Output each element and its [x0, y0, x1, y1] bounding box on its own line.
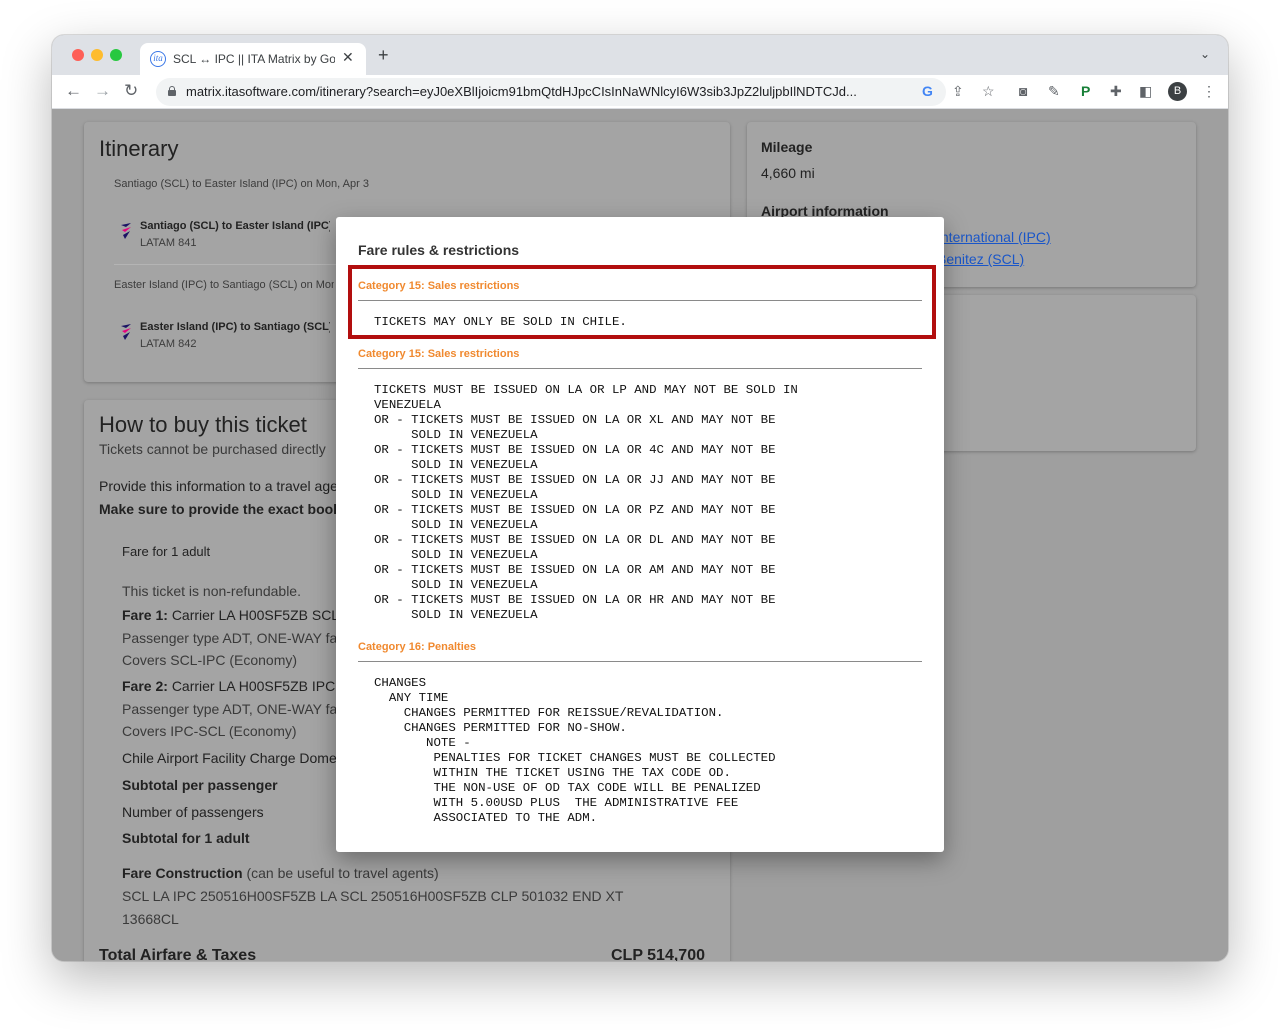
- rule-text: TICKETS MUST BE ISSUED ON LA OR LP AND M…: [374, 383, 798, 622]
- fare-2-covers: Covers IPC-SCL (Economy): [122, 723, 297, 739]
- fare-1-text: Carrier LA H00SF5ZB SCL: [171, 607, 340, 623]
- p-extension-icon[interactable]: P: [1081, 83, 1090, 99]
- latam-logo-icon: [120, 222, 132, 240]
- chevron-down-icon[interactable]: ⌄: [1200, 47, 1210, 61]
- star-icon[interactable]: ☆: [982, 83, 995, 99]
- share-icon[interactable]: ⇪: [952, 83, 964, 99]
- nonrefundable-text: This ticket is non-refundable.: [122, 583, 301, 599]
- category-title: Category 15: Sales restrictions: [358, 348, 520, 360]
- fare-for-label: Fare for 1 adult: [122, 544, 211, 559]
- rule-text: CHANGES ANY TIME CHANGES PERMITTED FOR R…: [374, 676, 776, 825]
- total-airfare-value: CLP 514,700: [611, 947, 705, 961]
- highlight-box: [348, 265, 936, 339]
- reload-icon[interactable]: ↻: [124, 82, 138, 100]
- how-to-buy-subtitle: Tickets cannot be purchased directly: [99, 441, 326, 457]
- category-title: Category 16: Penalties: [358, 641, 476, 653]
- minimize-window-button[interactable]: [91, 49, 103, 61]
- forward-arrow-icon[interactable]: →: [94, 82, 111, 100]
- latam-logo-icon: [120, 323, 132, 341]
- category-divider: [358, 368, 922, 369]
- subtotal-per-passenger-label: Subtotal per passenger: [122, 777, 278, 793]
- puzzle-extensions-icon[interactable]: ✚: [1110, 83, 1122, 99]
- browser-tab[interactable]: ita SCL ↔ IPC || ITA Matrix by Google ✕: [140, 43, 366, 75]
- total-airfare-label: Total Airfare & Taxes: [99, 947, 257, 961]
- return-segment-title: Easter Island (IPC) to Santiago (SCL) on: [140, 321, 330, 333]
- new-tab-button[interactable]: +: [378, 46, 389, 64]
- make-sure-text: Make sure to provide the exact booking: [99, 501, 362, 517]
- fare-2-passenger: Passenger type ADT, ONE-WAY fare: [122, 701, 350, 717]
- category-divider: [358, 661, 922, 662]
- fare-construction-note: (can be useful to travel agents): [246, 865, 439, 881]
- provide-info-text: Provide this information to a travel age…: [99, 478, 350, 494]
- profile-avatar[interactable]: B: [1168, 82, 1187, 101]
- more-menu-icon[interactable]: ⋮: [1202, 83, 1216, 99]
- outbound-header: Santiago (SCL) to Easter Island (IPC) on…: [114, 178, 369, 190]
- fare-construction-line-2: 13668CL: [122, 911, 179, 927]
- eyedropper-extension-icon[interactable]: ✎: [1048, 83, 1060, 99]
- fare-rules-dialog: Fare rules & restrictions Category 15: S…: [336, 217, 944, 852]
- fare-2-label: Fare 2:: [122, 678, 168, 694]
- lock-icon: [168, 86, 176, 96]
- fare-1-covers: Covers SCL-IPC (Economy): [122, 652, 298, 668]
- fare-2-row: Fare 2: Carrier LA H00SF5ZB IPC: [122, 678, 335, 694]
- ita-favicon-icon: ita: [150, 51, 166, 67]
- fare-1-passenger: Passenger type ADT, ONE-WAY fare: [122, 630, 350, 646]
- close-window-button[interactable]: [72, 49, 84, 61]
- return-header: Easter Island (IPC) to Santiago (SCL) on…: [114, 279, 334, 291]
- camera-icon[interactable]: ◙: [1019, 83, 1027, 99]
- page-content: Itinerary Santiago (SCL) to Easter Islan…: [52, 110, 1228, 961]
- fare-1-row: Fare 1: Carrier LA H00SF5ZB SCL: [122, 607, 339, 623]
- fare-1-label: Fare 1:: [122, 607, 168, 623]
- url-text[interactable]: matrix.itasoftware.com/itinerary?search=…: [186, 84, 916, 99]
- fare-construction-label: Fare Construction: [122, 865, 243, 881]
- back-arrow-icon[interactable]: ←: [65, 82, 82, 100]
- fare-construction-line-1: SCL LA IPC 250516H00SF5ZB LA SCL 250516H…: [122, 888, 624, 904]
- number-of-passengers-label: Number of passengers: [122, 804, 264, 820]
- mileage-title: Mileage: [761, 139, 813, 155]
- address-bar[interactable]: matrix.itasoftware.com/itinerary?search=…: [156, 78, 946, 106]
- how-to-buy-title: How to buy this ticket: [99, 412, 307, 437]
- airport-charge-label: Chile Airport Facility Charge Domestic: [122, 750, 358, 766]
- outbound-segment-title: Santiago (SCL) to Easter Island (IPC) on: [140, 220, 330, 232]
- browser-window: ita SCL ↔ IPC || ITA Matrix by Google ✕ …: [52, 35, 1228, 961]
- mileage-value: 4,660 mi: [761, 165, 815, 181]
- google-lens-icon[interactable]: G: [922, 83, 933, 99]
- subtotal-adult-label: Subtotal for 1 adult: [122, 830, 250, 846]
- itinerary-title: Itinerary: [99, 136, 179, 161]
- close-tab-icon[interactable]: ✕: [342, 49, 354, 66]
- tab-title: SCL ↔ IPC || ITA Matrix by Google: [173, 52, 335, 66]
- fare-2-text: Carrier LA H00SF5ZB IPC: [171, 678, 336, 694]
- zoom-window-button[interactable]: [110, 49, 122, 61]
- return-flight: LATAM 842: [140, 338, 197, 350]
- outbound-flight: LATAM 841: [140, 237, 197, 249]
- side-panel-icon[interactable]: ◧: [1139, 83, 1152, 99]
- airport-link-ipc[interactable]: International (IPC): [937, 229, 1051, 245]
- browser-toolbar: ← → ↻ matrix.itasoftware.com/itinerary?s…: [52, 75, 1228, 109]
- airport-link-scl[interactable]: Benitez (SCL): [937, 251, 1024, 267]
- tab-strip: ita SCL ↔ IPC || ITA Matrix by Google ✕ …: [52, 35, 1228, 75]
- dialog-title: Fare rules & restrictions: [358, 242, 520, 258]
- fare-construction-row: Fare Construction (can be useful to trav…: [122, 865, 439, 881]
